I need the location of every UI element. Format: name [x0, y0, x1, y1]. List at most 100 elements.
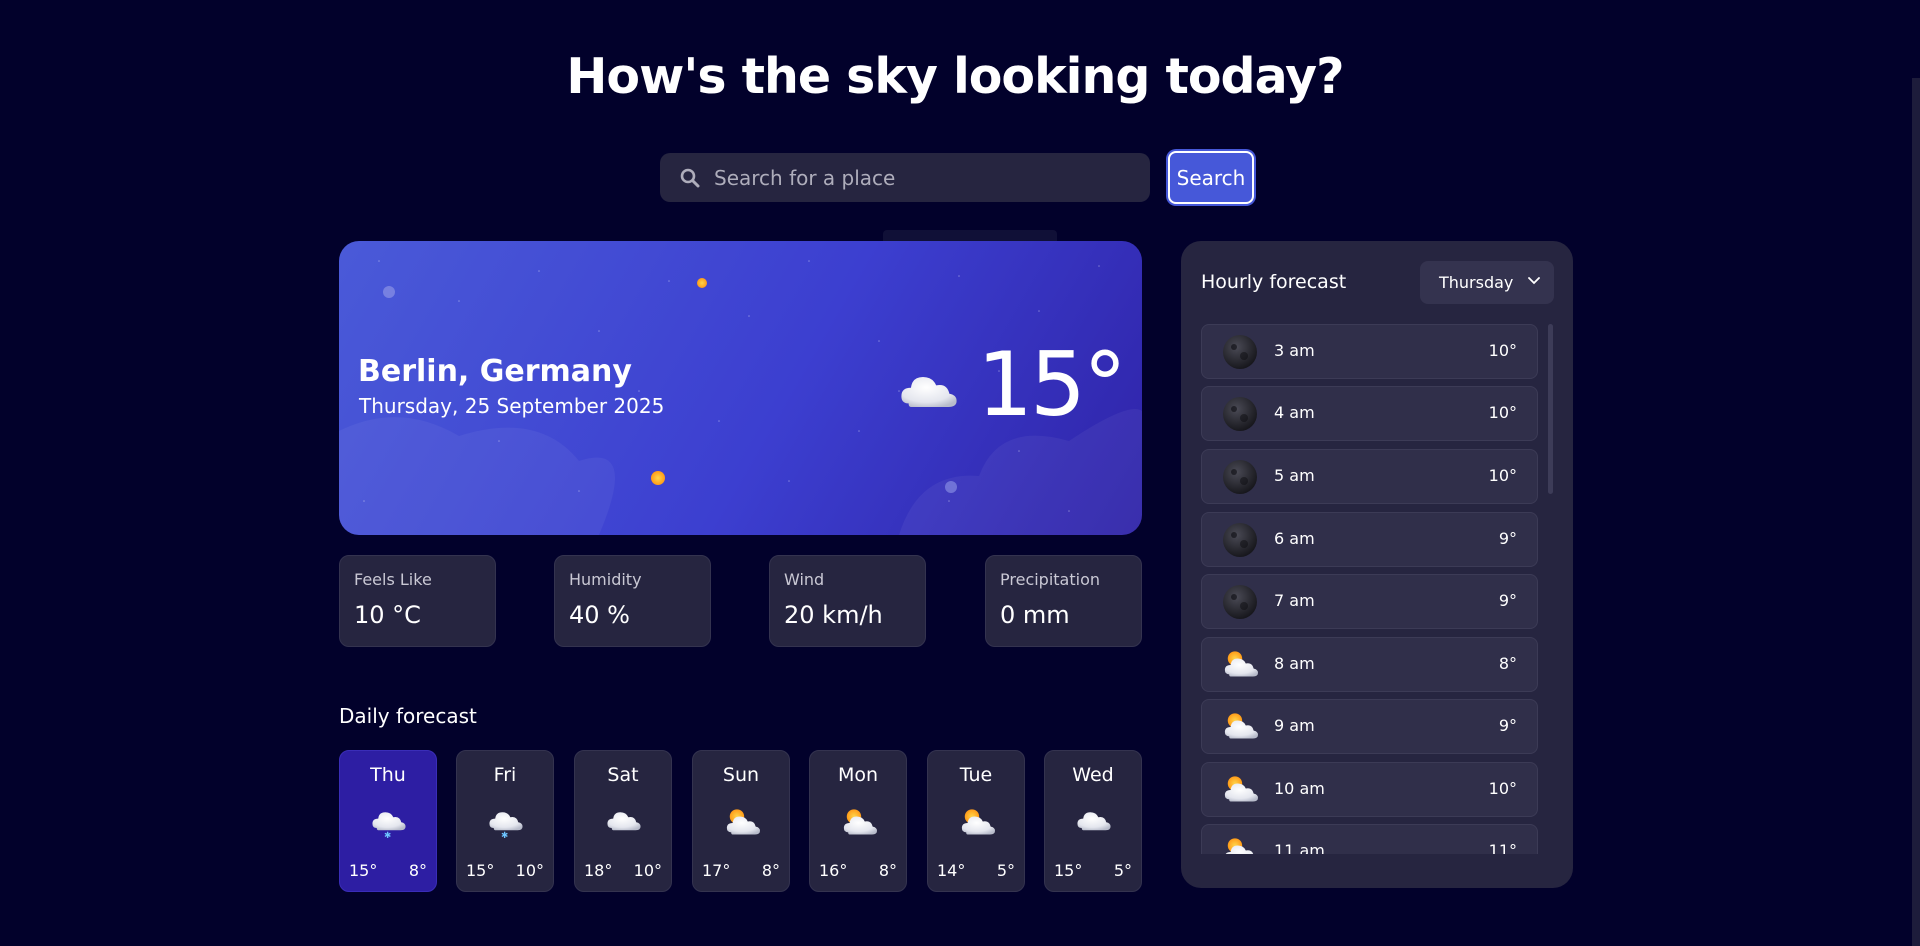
hourly-list[interactable]: 3 am 10° 4 am 10° 5 am 10° 6 am 9° 7 am …	[1201, 324, 1539, 854]
stat-value: 20 km/h	[784, 601, 883, 629]
hourly-forecast-title: Hourly forecast	[1201, 271, 1347, 293]
day-card-mon[interactable]: Mon 16° 8°	[809, 750, 907, 892]
hour-time: 10 am	[1274, 779, 1325, 798]
moon-icon	[1223, 585, 1257, 619]
hour-temp: 9°	[1498, 591, 1517, 610]
hour-temp: 10°	[1488, 341, 1517, 360]
day-name: Sat	[607, 764, 639, 786]
hourly-forecast-panel: Hourly forecast Thursday 3 am 10° 4 am 1…	[1181, 241, 1573, 888]
stat-value: 0 mm	[1000, 601, 1070, 629]
day-name: Mon	[837, 764, 879, 786]
day-low: 10°	[633, 861, 662, 880]
hour-row: 5 am 10°	[1201, 449, 1538, 504]
day-high: 16°	[819, 861, 848, 880]
day-card-sat[interactable]: Sat 18° 10°	[574, 750, 672, 892]
current-weather-card: Berlin, Germany Thursday, 25 September 2…	[339, 241, 1142, 535]
hour-row: 11 am 11°	[1201, 824, 1538, 854]
partly-cloudy-icon	[1224, 776, 1258, 802]
search-icon	[680, 168, 700, 188]
current-temperature: 15°	[977, 333, 1127, 436]
hour-row: 4 am 10°	[1201, 386, 1538, 441]
partly-cloudy-icon	[1224, 651, 1258, 677]
partly-cloudy-icon	[1224, 838, 1258, 854]
hour-row: 3 am 10°	[1201, 324, 1538, 379]
partly-cloudy-icon	[1224, 713, 1258, 739]
stat-wind: Wind 20 km/h	[769, 555, 926, 647]
hour-time: 7 am	[1274, 591, 1315, 610]
hour-row: 8 am 8°	[1201, 637, 1538, 692]
day-name: Wed	[1072, 764, 1114, 786]
stat-label: Precipitation	[1000, 570, 1101, 589]
page-scrollbar[interactable]	[1912, 78, 1920, 946]
stat-label: Feels Like	[354, 570, 432, 589]
snow-cloud-icon: ✱	[489, 812, 523, 840]
day-high: 15°	[349, 861, 378, 880]
stat-label: Wind	[784, 570, 825, 589]
hour-temp: 8°	[1498, 654, 1517, 673]
moon-icon	[1223, 335, 1257, 369]
stat-value: 10 °C	[354, 601, 421, 629]
hour-temp: 9°	[1498, 716, 1517, 735]
svg-text:✱: ✱	[384, 831, 391, 840]
search-box[interactable]	[660, 153, 1150, 202]
hour-temp: 10°	[1488, 466, 1517, 485]
moon-icon	[1223, 523, 1257, 557]
hour-row: 10 am 10°	[1201, 762, 1538, 817]
hour-temp: 11°	[1488, 841, 1517, 854]
weather-app: How's the sky looking today? Search for …	[0, 0, 1920, 946]
stat-label: Humidity	[569, 570, 642, 589]
day-low: 8°	[878, 861, 897, 880]
day-high: 18°	[584, 861, 613, 880]
page-title: How's the sky looking today?	[566, 48, 1344, 105]
location-name: Berlin, Germany	[358, 354, 632, 389]
day-card-fri[interactable]: Fri ✱ 15° 10°	[456, 750, 554, 892]
day-name: Thu	[370, 764, 406, 786]
partly-cloudy-icon	[961, 809, 995, 835]
day-card-thu[interactable]: Thu ✱ 15° 8°	[339, 750, 437, 892]
hour-time: 5 am	[1274, 466, 1315, 485]
hour-time: 3 am	[1274, 341, 1315, 360]
hour-row: 9 am 9°	[1201, 699, 1538, 754]
chevron-down-icon	[1528, 277, 1540, 285]
day-card-wed[interactable]: Wed 15° 5°	[1044, 750, 1142, 892]
hour-temp: 10°	[1488, 403, 1517, 422]
partly-cloudy-icon	[726, 809, 760, 835]
day-high: 14°	[937, 861, 966, 880]
day-select-value: Thursday	[1439, 273, 1514, 292]
hour-time: 9 am	[1274, 716, 1315, 735]
day-name: Sun	[722, 764, 760, 786]
day-card-sun[interactable]: Sun 17° 8°	[692, 750, 790, 892]
hourly-scrollbar[interactable]	[1548, 324, 1553, 494]
day-card-tue[interactable]: Tue 14° 5°	[927, 750, 1025, 892]
day-high: 15°	[1054, 861, 1083, 880]
cloud-icon	[1077, 812, 1111, 831]
stat-feels-like: Feels Like 10 °C	[339, 555, 496, 647]
cloud-icon	[607, 812, 641, 831]
hour-row: 6 am 9°	[1201, 512, 1538, 567]
hour-row: 7 am 9°	[1201, 574, 1538, 629]
hour-temp: 9°	[1498, 529, 1517, 548]
moon-icon	[1223, 460, 1257, 494]
current-date: Thursday, 25 September 2025	[359, 394, 665, 418]
stat-precipitation: Precipitation 0 mm	[985, 555, 1142, 647]
daily-forecast-title: Daily forecast	[339, 704, 477, 728]
search-button[interactable]: Search	[1168, 151, 1254, 204]
stat-humidity: Humidity 40 %	[554, 555, 711, 647]
snow-cloud-icon: ✱	[372, 812, 406, 840]
hour-time: 4 am	[1274, 403, 1315, 422]
day-name: Fri	[493, 764, 517, 786]
day-select-dropdown[interactable]: Thursday	[1420, 261, 1554, 304]
day-high: 15°	[466, 861, 495, 880]
day-low: 10°	[515, 861, 544, 880]
cloud-icon	[901, 377, 957, 407]
stat-value: 40 %	[569, 601, 630, 629]
hour-time: 8 am	[1274, 654, 1315, 673]
moon-icon	[1223, 397, 1257, 431]
search-input[interactable]	[712, 164, 1132, 191]
partly-cloudy-icon	[843, 809, 877, 835]
svg-text:✱: ✱	[501, 831, 508, 840]
day-low: 8°	[408, 861, 427, 880]
day-low: 8°	[761, 861, 780, 880]
day-high: 17°	[702, 861, 731, 880]
hour-temp: 10°	[1488, 779, 1517, 798]
